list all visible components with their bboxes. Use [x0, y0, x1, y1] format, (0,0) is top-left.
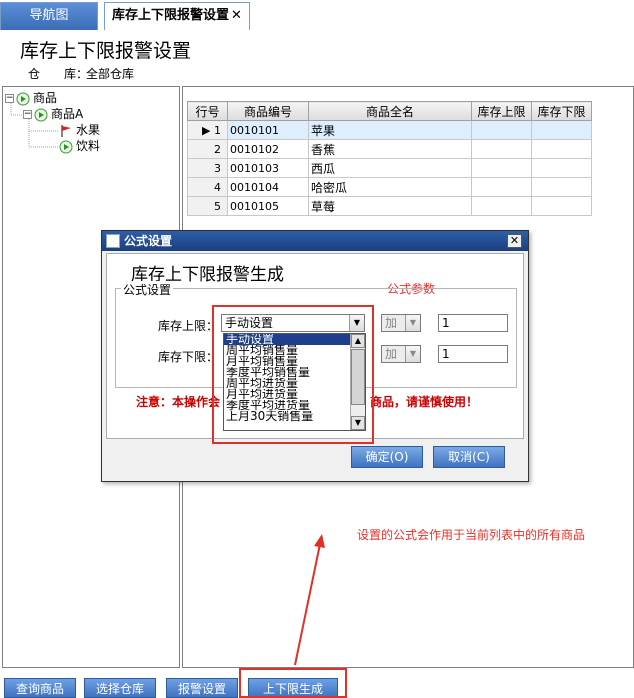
tree-node-label: 饮料: [76, 139, 101, 153]
chevron-down-icon[interactable]: ▼: [405, 346, 420, 362]
lower-operator-select[interactable]: 加 ▼: [381, 345, 421, 363]
upper-cell[interactable]: [471, 139, 532, 159]
upper-limit-label: 库存上限：: [158, 319, 219, 333]
row-number-cell: 4: [187, 177, 228, 197]
alarm-settings-button[interactable]: 报警设置: [166, 678, 238, 698]
cancel-button[interactable]: 取消(C): [433, 446, 505, 468]
generate-button-highlight-box: [239, 668, 347, 698]
column-header-lower[interactable]: 库存下限: [531, 101, 592, 121]
upper-cell[interactable]: [471, 196, 532, 216]
formula-group-label: 公式设置: [121, 281, 174, 298]
table-row[interactable]: ▶ 1 0010101 苹果: [187, 120, 592, 140]
tab-navigation-label: 导航图: [29, 8, 69, 23]
lower-cell[interactable]: [531, 177, 592, 197]
app-icon: [106, 234, 120, 248]
lower-limit-label: 库存下限：: [158, 350, 219, 364]
code-cell[interactable]: 0010103: [227, 158, 309, 178]
tab-bar: 导航图 库存上下限报警设置 ✕: [0, 0, 634, 30]
query-products-button[interactable]: 查询商品: [4, 678, 76, 698]
code-cell[interactable]: 0010105: [227, 196, 309, 216]
dropdown-highlight-box: [212, 305, 374, 444]
table-row[interactable]: 4 0010104 哈密瓜: [187, 177, 592, 197]
tab-navigation[interactable]: 导航图: [0, 2, 98, 30]
lower-operator-value: 加: [385, 347, 398, 361]
warning-text-right: 商品，请谨慎使用！: [370, 395, 479, 409]
upper-operator-value: 加: [385, 316, 398, 330]
row-number-cell: 2: [187, 139, 228, 159]
upper-cell[interactable]: [471, 177, 532, 197]
code-cell[interactable]: 0010101: [227, 120, 309, 140]
name-cell[interactable]: 苹果: [308, 120, 472, 140]
lower-cell[interactable]: [531, 139, 592, 159]
table-row[interactable]: 2 0010102 香蕉: [187, 139, 592, 159]
column-header-code[interactable]: 商品编号: [227, 101, 309, 121]
tree-node-label: 水果: [76, 123, 101, 137]
warehouse-value: 全部仓库: [86, 67, 135, 81]
table-row[interactable]: 3 0010103 西瓜: [187, 158, 592, 178]
name-cell[interactable]: 草莓: [308, 196, 472, 216]
lower-param-input[interactable]: 1: [438, 345, 508, 363]
lower-cell[interactable]: [531, 158, 592, 178]
table-row[interactable]: 5 0010105 草莓: [187, 196, 592, 216]
ok-button[interactable]: 确定(O): [351, 446, 423, 468]
row-number-cell: 3: [187, 158, 228, 178]
column-header-name[interactable]: 商品全名: [308, 101, 472, 121]
dialog-title: 公式设置: [124, 234, 173, 248]
upper-param-input[interactable]: 1: [438, 314, 508, 332]
row-number-cell: ▶ 1: [187, 120, 228, 140]
column-header-upper[interactable]: 库存上限: [471, 101, 532, 121]
name-cell[interactable]: 香蕉: [308, 139, 472, 159]
name-cell[interactable]: 哈密瓜: [308, 177, 472, 197]
lower-cell[interactable]: [531, 196, 592, 216]
tab-alarm-settings[interactable]: 库存上下限报警设置 ✕: [104, 2, 250, 30]
name-cell[interactable]: 西瓜: [308, 158, 472, 178]
annotation-arrow: [294, 534, 325, 666]
dialog-titlebar[interactable]: 公式设置 ✕: [102, 231, 528, 251]
annotation-text: 设置的公式会作用于当前列表中的所有商品: [357, 528, 586, 542]
table-header-row: 行号 商品编号 商品全名 库存上限 库存下限: [187, 101, 592, 121]
upper-cell[interactable]: [471, 120, 532, 140]
lower-cell[interactable]: [531, 120, 592, 140]
tab-alarm-settings-label: 库存上下限报警设置: [112, 8, 230, 23]
code-cell[interactable]: 0010104: [227, 177, 309, 197]
close-icon[interactable]: ✕: [507, 234, 522, 248]
page-title: 库存上下限报警设置: [20, 40, 192, 62]
warning-text-left: 注意：本操作会: [136, 395, 221, 409]
row-number-cell: 5: [187, 196, 228, 216]
warehouse-label: 仓 库：: [28, 67, 89, 81]
column-header-row-no[interactable]: 行号: [187, 101, 228, 121]
upper-operator-select[interactable]: 加 ▼: [381, 314, 421, 332]
upper-cell[interactable]: [471, 158, 532, 178]
close-icon[interactable]: ✕: [231, 8, 242, 23]
code-cell[interactable]: 0010102: [227, 139, 309, 159]
row-pointer-icon: ▶: [202, 123, 211, 137]
chevron-down-icon[interactable]: ▼: [405, 315, 420, 331]
product-table: 行号 商品编号 商品全名 库存上限 库存下限 ▶ 1 0010101 苹果 2 …: [187, 101, 592, 216]
select-warehouse-button[interactable]: 选择仓库: [84, 678, 156, 698]
tree-connector-lines: [10, 103, 59, 148]
